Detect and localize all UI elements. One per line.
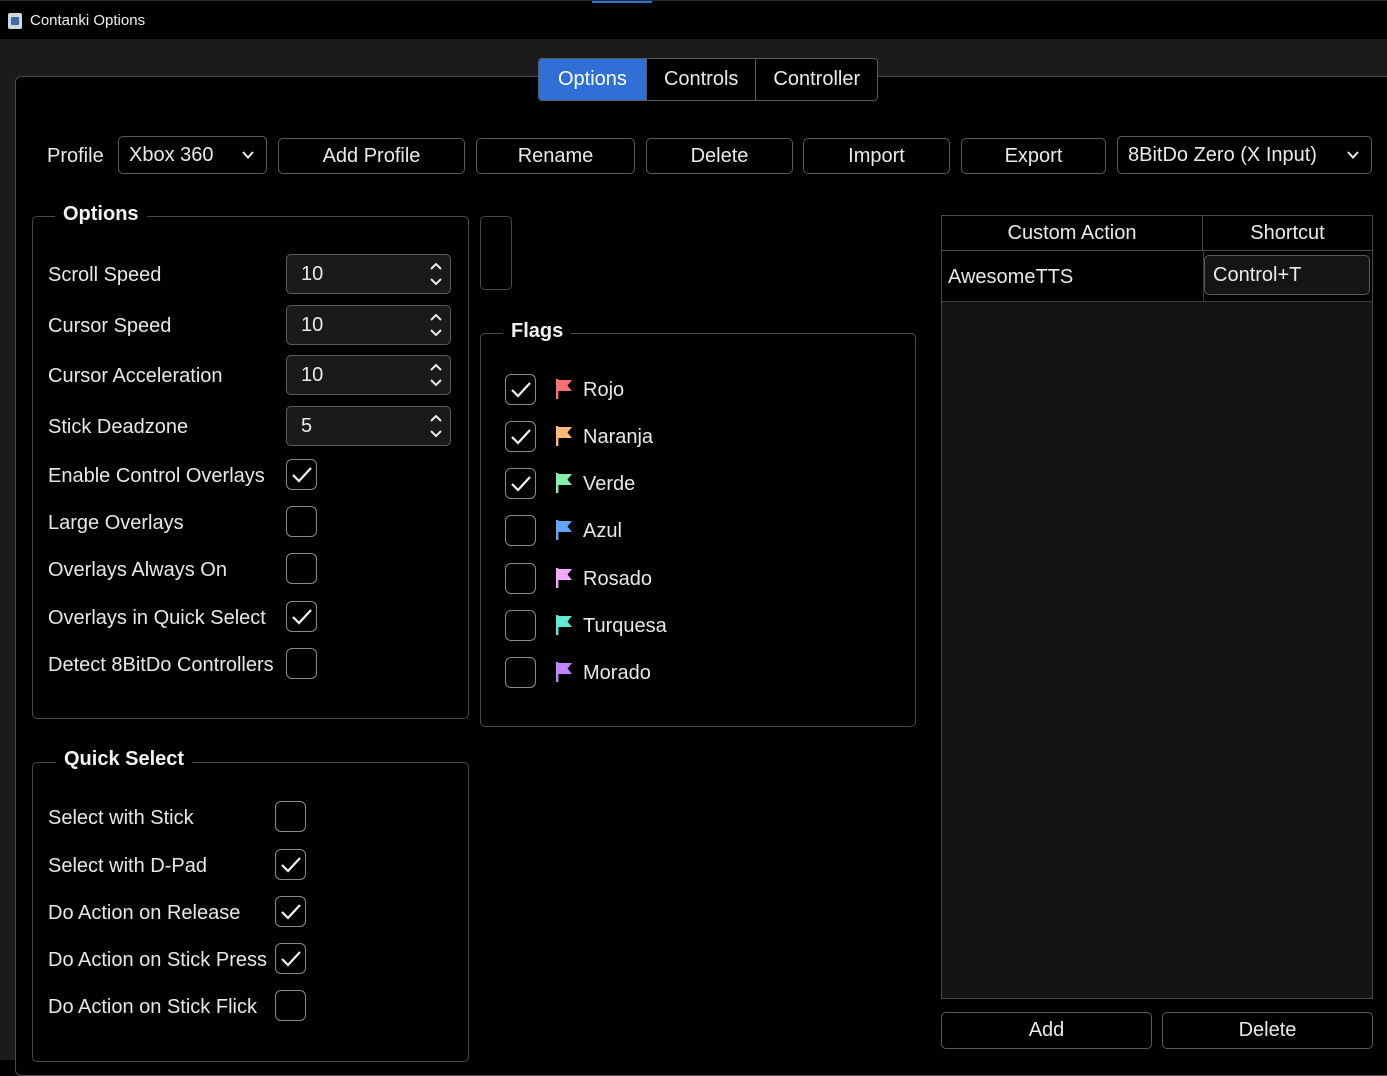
flag-icon: [556, 473, 572, 493]
overlays-quick-select-label: Overlays in Quick Select: [48, 607, 266, 629]
window-title: Contanki Options: [30, 12, 146, 29]
controller-dropdown[interactable]: 8BitDo Zero (X Input): [1117, 136, 1372, 174]
flag-icon: [556, 379, 572, 399]
spin-arrows-icon[interactable]: [429, 411, 443, 441]
chevron-down-icon: [1347, 151, 1359, 159]
quick-select-group-title: Quick Select: [56, 748, 193, 771]
flag-turquesa-checkbox[interactable]: [505, 610, 536, 641]
title-accent-line: [592, 1, 652, 3]
checkmark-icon: [281, 951, 301, 967]
checkmark-icon: [511, 382, 531, 398]
detect-8bitdo-checkbox[interactable]: [286, 648, 317, 679]
action-on-stick-flick-checkbox[interactable]: [275, 990, 306, 1021]
action-on-stick-flick-label: Do Action on Stick Flick: [48, 996, 257, 1018]
enable-control-overlays-checkbox[interactable]: [286, 459, 317, 490]
options-group-title: Options: [55, 203, 147, 226]
controller-dropdown-value: 8BitDo Zero (X Input): [1128, 144, 1317, 166]
stick-deadzone-spinbox[interactable]: 5: [286, 406, 451, 446]
cursor-speed-label: Cursor Speed: [48, 315, 172, 337]
flag-morado-label: Morado: [583, 662, 651, 684]
flag-icon: [556, 426, 572, 446]
flag-azul-label: Azul: [583, 520, 622, 542]
checkmark-icon: [511, 476, 531, 492]
import-button[interactable]: Import: [803, 138, 950, 174]
flag-naranja-checkbox[interactable]: [505, 421, 536, 452]
flag-icon: [556, 662, 572, 682]
tab-options[interactable]: Options: [539, 59, 647, 100]
select-with-dpad-checkbox[interactable]: [275, 849, 306, 880]
delete-action-button[interactable]: Delete: [1162, 1012, 1373, 1049]
select-with-dpad-label: Select with D-Pad: [48, 855, 207, 877]
action-on-stick-press-checkbox[interactable]: [275, 943, 306, 974]
checkmark-icon: [511, 429, 531, 445]
profile-label: Profile: [47, 145, 104, 167]
flag-rojo-checkbox[interactable]: [505, 374, 536, 405]
checkmark-icon: [281, 904, 301, 920]
spin-arrows-icon[interactable]: [429, 310, 443, 340]
cursor-acceleration-label: Cursor Acceleration: [48, 365, 223, 387]
cursor-acceleration-spinbox[interactable]: 10: [286, 355, 451, 395]
custom-action-header[interactable]: Custom Action: [942, 216, 1203, 251]
checkmark-icon: [292, 467, 312, 483]
spin-arrows-icon[interactable]: [429, 360, 443, 390]
large-overlays-label: Large Overlays: [48, 512, 184, 534]
table-row[interactable]: AwesomeTTS Control+T: [942, 251, 1372, 302]
detect-8bitdo-label: Detect 8BitDo Controllers: [48, 654, 274, 676]
flag-verde-checkbox[interactable]: [505, 468, 536, 499]
flag-rosado-label: Rosado: [583, 568, 652, 590]
flag-azul-checkbox[interactable]: [505, 515, 536, 546]
enable-control-overlays-label: Enable Control Overlays: [48, 465, 265, 487]
tab-controller[interactable]: Controller: [756, 59, 877, 100]
shortcut-header[interactable]: Shortcut: [1203, 216, 1372, 251]
tab-controls[interactable]: Controls: [647, 59, 757, 100]
profile-dropdown[interactable]: Xbox 360: [118, 136, 267, 174]
flag-icon: [556, 520, 572, 540]
flag-morado-checkbox[interactable]: [505, 657, 536, 688]
action-on-stick-press-label: Do Action on Stick Press: [48, 949, 267, 971]
profile-dropdown-value: Xbox 360: [129, 144, 214, 166]
custom-actions-table: Custom Action Shortcut AwesomeTTS Contro…: [941, 215, 1373, 999]
flag-icon: [556, 568, 572, 588]
scroll-speed-label: Scroll Speed: [48, 264, 162, 286]
cursor-speed-value: 10: [301, 314, 324, 336]
export-button[interactable]: Export: [961, 138, 1106, 174]
large-overlays-checkbox[interactable]: [286, 506, 317, 537]
flag-icon: [556, 615, 572, 635]
flags-group: [480, 333, 916, 727]
checkmark-icon: [281, 857, 301, 873]
flag-naranja-label: Naranja: [583, 426, 654, 448]
flag-turquesa-label: Turquesa: [583, 615, 667, 637]
action-on-release-checkbox[interactable]: [275, 896, 306, 927]
select-with-stick-label: Select with Stick: [48, 807, 194, 829]
chevron-down-icon: [242, 151, 254, 159]
flag-rosado-checkbox[interactable]: [505, 563, 536, 594]
overlays-quick-select-checkbox[interactable]: [286, 601, 317, 632]
delete-profile-button[interactable]: Delete: [646, 138, 793, 174]
stick-deadzone-value: 5: [301, 415, 313, 437]
add-profile-button[interactable]: Add Profile: [278, 138, 465, 174]
flag-rojo-label: Rojo: [583, 379, 625, 401]
cursor-acceleration-value: 10: [301, 364, 324, 386]
shortcut-cell-editor[interactable]: Control+T: [1204, 255, 1370, 295]
tab-bar: Options Controls Controller: [538, 58, 879, 101]
empty-group-box: [480, 216, 512, 290]
scroll-speed-value: 10: [301, 263, 324, 285]
app-icon: [8, 13, 22, 29]
select-with-stick-checkbox[interactable]: [275, 801, 306, 832]
flags-group-title: Flags: [503, 320, 572, 343]
checkmark-icon: [292, 609, 312, 625]
action-on-release-label: Do Action on Release: [48, 902, 241, 924]
scroll-speed-spinbox[interactable]: 10: [286, 254, 451, 294]
cursor-speed-spinbox[interactable]: 10: [286, 305, 451, 345]
title-bar: Contanki Options: [0, 0, 1387, 39]
add-action-button[interactable]: Add: [941, 1012, 1152, 1049]
overlays-always-on-label: Overlays Always On: [48, 559, 227, 581]
stick-deadzone-label: Stick Deadzone: [48, 416, 189, 438]
custom-action-cell[interactable]: AwesomeTTS: [948, 266, 1073, 289]
rename-button[interactable]: Rename: [476, 138, 635, 174]
flag-verde-label: Verde: [583, 473, 636, 495]
overlays-always-on-checkbox[interactable]: [286, 553, 317, 584]
spin-arrows-icon[interactable]: [429, 259, 443, 289]
